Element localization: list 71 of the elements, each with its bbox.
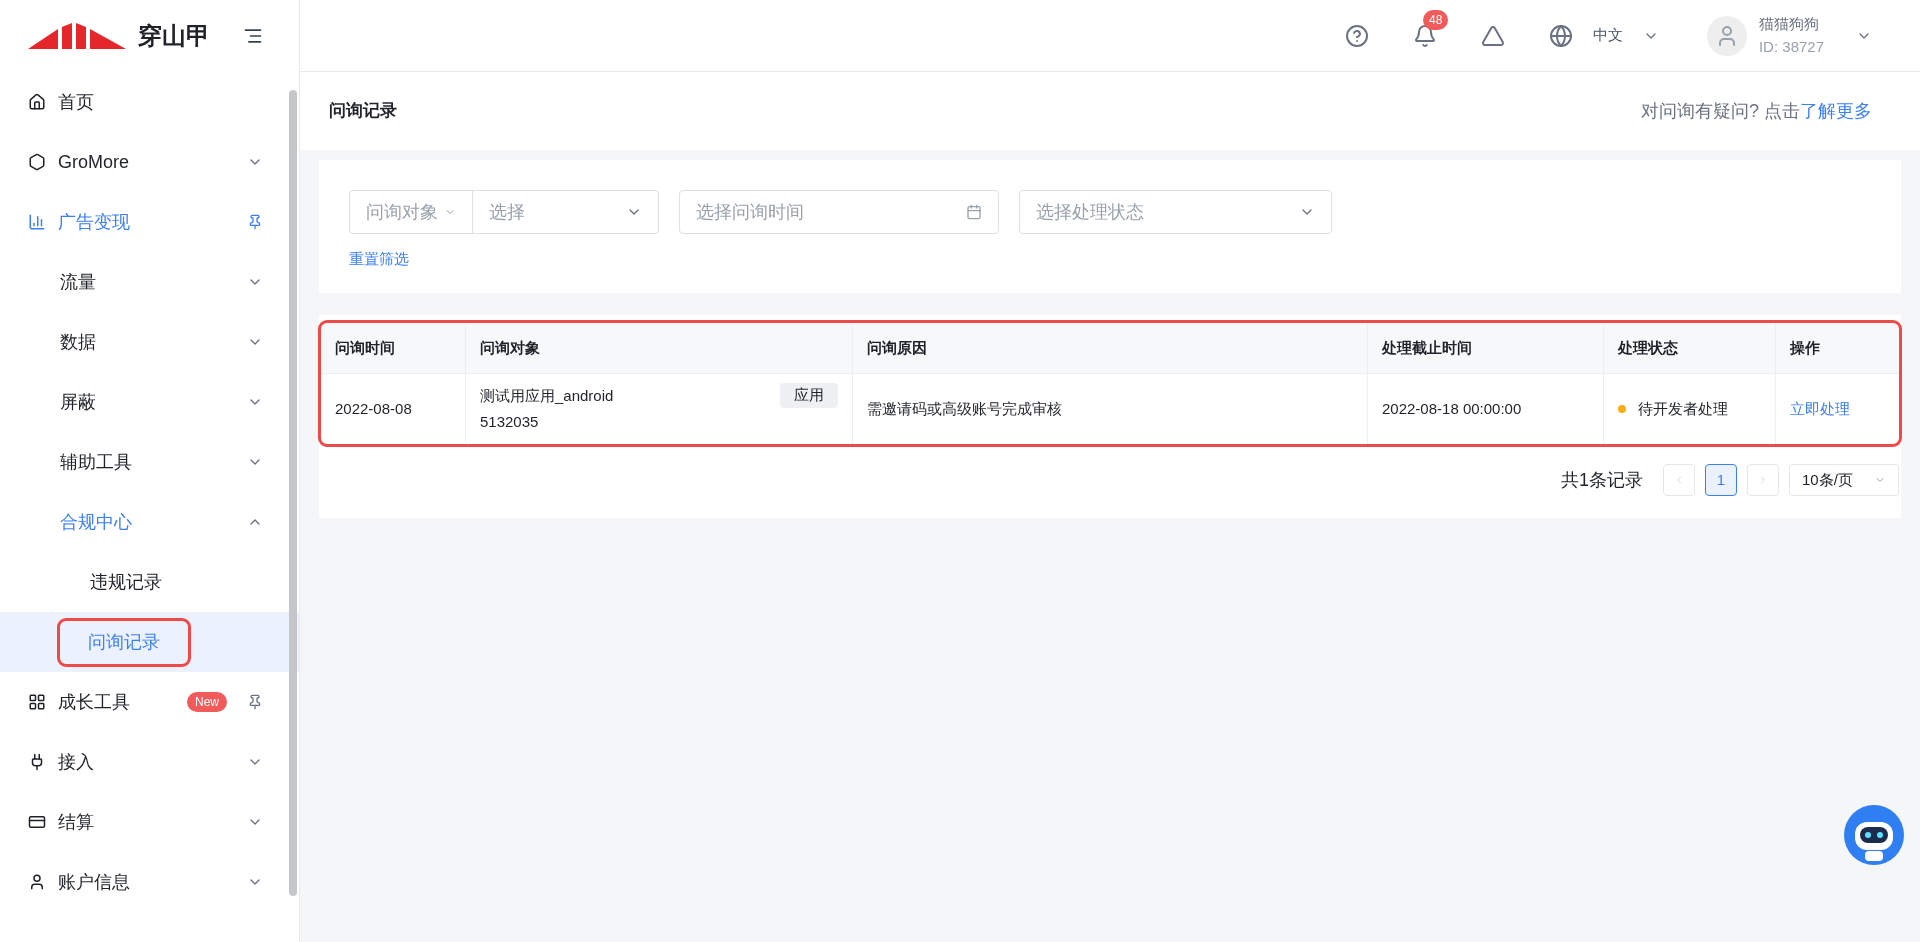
user-icon (28, 873, 46, 891)
column-header: 问询时间 (335, 337, 395, 358)
menu-label: 首页 (58, 90, 94, 114)
menu-label: 辅助工具 (60, 450, 132, 474)
reset-filter-link[interactable]: 重置筛选 (349, 248, 409, 271)
logo-icon (28, 23, 126, 49)
sidebar-item[interactable]: 成长工具 New (0, 672, 299, 732)
sidebar-item[interactable]: 流量 (0, 252, 299, 312)
menu-label: 账户信息 (58, 870, 130, 894)
calendar-icon (966, 204, 982, 220)
app-tag: 应用 (780, 383, 838, 408)
menu-label: 屏蔽 (60, 390, 96, 414)
sidebar-item[interactable]: 广告变现 (0, 192, 299, 252)
robot-assistant-icon[interactable] (1843, 804, 1905, 866)
globe-icon[interactable] (1548, 23, 1573, 48)
help-icon[interactable] (1344, 23, 1369, 48)
learn-more-link[interactable]: 了解更多 (1800, 97, 1872, 125)
table-cell-text: 需邀请码或高级账号完成审核 (867, 398, 1062, 419)
sidebar-item[interactable]: 接入 (0, 732, 299, 792)
page-button[interactable]: 1 (1705, 464, 1737, 496)
help-text: 对问询有疑问? 点击 (1641, 99, 1800, 123)
menu-label: 违规记录 (90, 570, 162, 594)
status-text: 待开发者处理 (1638, 398, 1728, 419)
table-cell-text: 2022-08-18 00:00:00 (1382, 398, 1522, 419)
sidebar-item[interactable]: 合规中心 (0, 492, 299, 552)
user-id: ID: 38727 (1758, 36, 1824, 57)
menu-label: 数据 (60, 330, 96, 354)
menu-label: 结算 (58, 810, 94, 834)
sidebar-item[interactable]: GroMore (0, 132, 299, 192)
user-name: 猫猫狗狗 (1758, 14, 1820, 34)
sidebar-item[interactable]: 账户信息 (0, 852, 299, 912)
sidebar-item[interactable]: 数据 (0, 312, 299, 372)
language-selector[interactable]: 中文 (1592, 24, 1623, 47)
sidebar-item[interactable]: 屏蔽 (0, 372, 299, 432)
column-header: 操作 (1790, 337, 1820, 358)
menu-label: 问询记录 (60, 620, 188, 664)
menu-label: 合规中心 (60, 510, 132, 534)
logo-text: 穿山甲 (138, 21, 210, 51)
pin-icon[interactable] (247, 214, 263, 230)
sidebar-item[interactable]: 结算 (0, 792, 299, 852)
column-header: 处理状态 (1618, 337, 1678, 358)
column-header: 问询原因 (867, 337, 927, 358)
sidebar-item[interactable]: 首页 (0, 72, 299, 132)
collapse-menu-icon[interactable] (243, 26, 263, 46)
home-icon (28, 93, 46, 111)
menu-label: 接入 (58, 750, 94, 774)
total-records: 共1条记录 (1561, 468, 1643, 492)
new-badge: New (187, 692, 227, 712)
page-title: 问询记录 (329, 100, 397, 123)
column-header: 处理截止时间 (1382, 337, 1472, 358)
app-id: 5132035 (480, 412, 540, 432)
bar-chart-icon (28, 213, 46, 231)
notification-count: 48 (1422, 9, 1449, 30)
table-cell-text: 2022-08-08 (335, 398, 412, 419)
notification-bell-icon[interactable] (1412, 23, 1437, 48)
menu-label: 广告变现 (58, 210, 130, 234)
page-size-select[interactable]: 10条/页 (1789, 464, 1899, 496)
column-header: 问询对象 (480, 337, 540, 358)
app-name: 测试用应用_android (480, 385, 615, 406)
hexagon-icon (28, 153, 46, 171)
menu-label: 流量 (60, 270, 96, 294)
triangle-icon[interactable] (1480, 23, 1505, 48)
grid-icon (28, 693, 46, 711)
pin-icon[interactable] (247, 694, 263, 710)
sidebar-item[interactable]: 违规记录 (0, 552, 299, 612)
scrollbar[interactable] (289, 90, 297, 896)
process-link[interactable]: 立即处理 (1790, 397, 1850, 421)
sidebar-item[interactable]: 辅助工具 (0, 432, 299, 492)
card-icon (28, 813, 46, 831)
menu-label: GroMore (58, 150, 129, 174)
menu-label: 成长工具 (58, 690, 130, 714)
